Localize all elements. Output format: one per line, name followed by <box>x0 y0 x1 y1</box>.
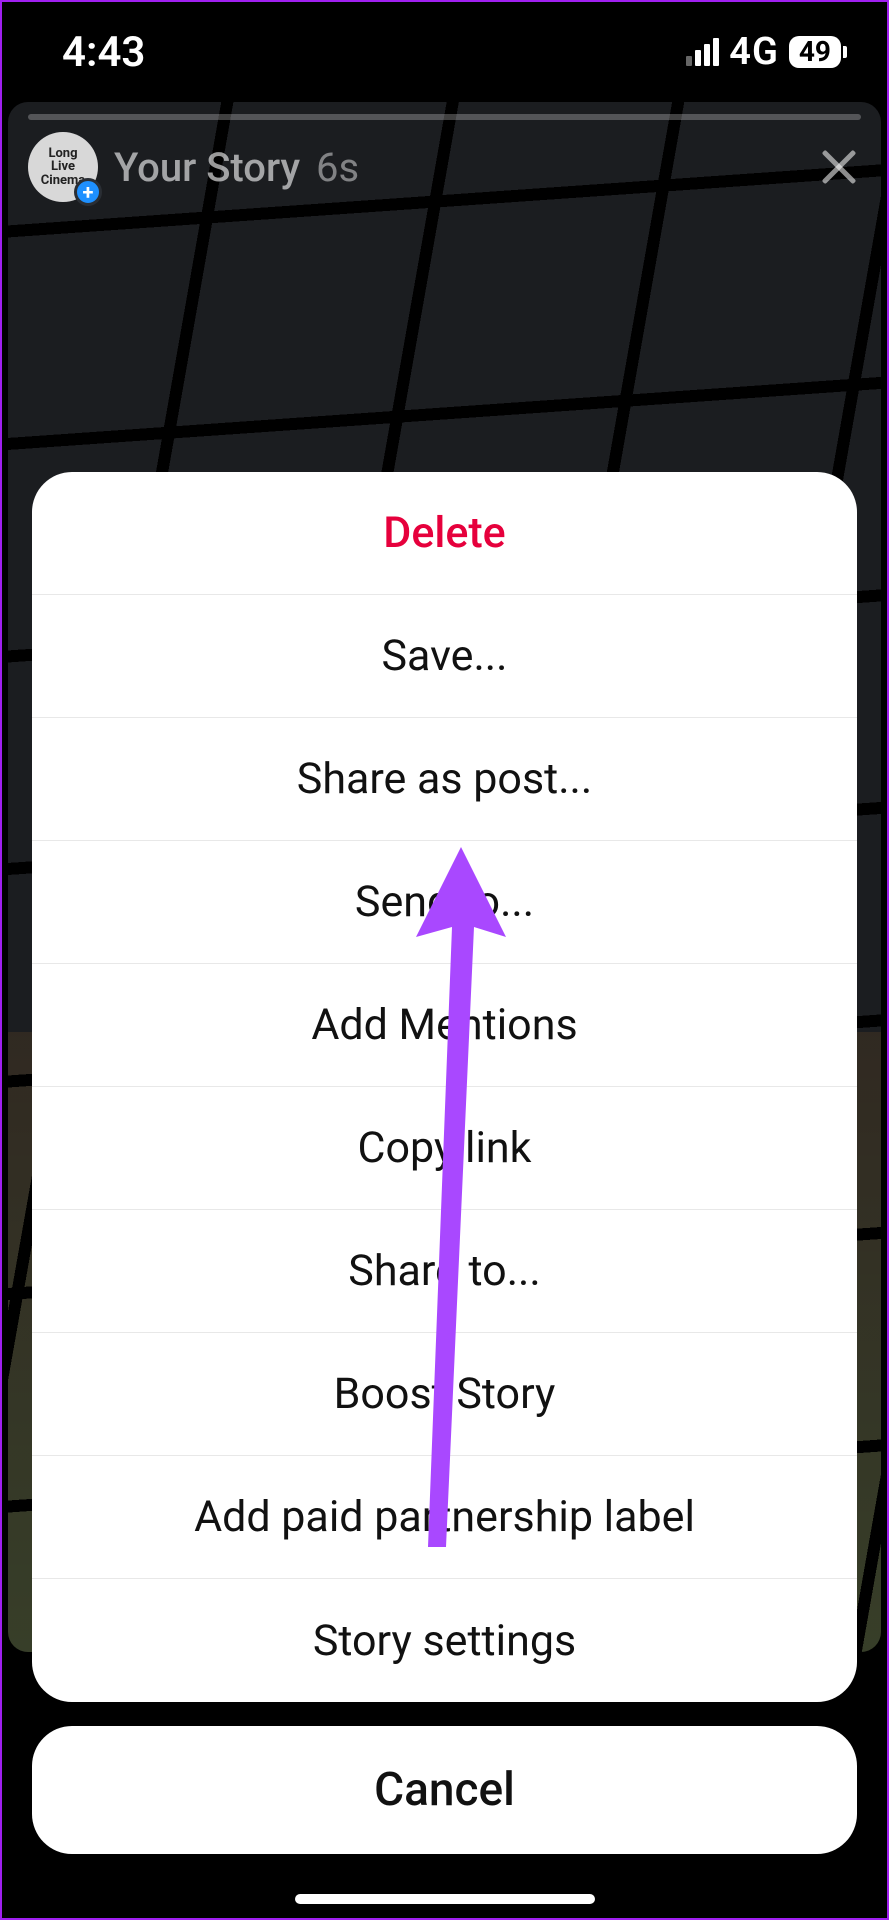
battery-icon: 49 <box>789 36 847 68</box>
cancel-button[interactable]: Cancel <box>32 1726 857 1854</box>
action-sheet: Delete Save... Share as post... Send to.… <box>32 472 857 1854</box>
cellular-signal-icon <box>686 38 719 66</box>
battery-level: 49 <box>789 36 841 68</box>
network-label: 4G <box>729 30 779 74</box>
save-button[interactable]: Save... <box>32 595 857 718</box>
boost-story-button[interactable]: Boost Story <box>32 1333 857 1456</box>
story-progress-bar[interactable] <box>28 114 861 120</box>
add-mentions-button[interactable]: Add Mentions <box>32 964 857 1087</box>
story-title: Your Story <box>114 144 300 191</box>
avatar[interactable]: LongLiveCinema + <box>28 132 98 202</box>
copy-link-button[interactable]: Copy link <box>32 1087 857 1210</box>
home-indicator[interactable] <box>295 1894 595 1904</box>
action-sheet-menu: Delete Save... Share as post... Send to.… <box>32 472 857 1702</box>
story-header: LongLiveCinema + Your Story 6s <box>28 132 861 202</box>
story-settings-button[interactable]: Story settings <box>32 1579 857 1702</box>
share-to-button[interactable]: Share to... <box>32 1210 857 1333</box>
plus-icon: + <box>74 178 102 206</box>
add-paid-partnership-button[interactable]: Add paid partnership label <box>32 1456 857 1579</box>
status-time: 4:43 <box>62 28 145 77</box>
status-bar: 4:43 4G 49 <box>2 2 887 102</box>
delete-button[interactable]: Delete <box>32 472 857 595</box>
story-age: 6s <box>316 144 359 191</box>
share-as-post-button[interactable]: Share as post... <box>32 718 857 841</box>
status-right: 4G 49 <box>686 30 847 74</box>
close-icon[interactable] <box>817 145 861 189</box>
send-to-button[interactable]: Send to... <box>32 841 857 964</box>
